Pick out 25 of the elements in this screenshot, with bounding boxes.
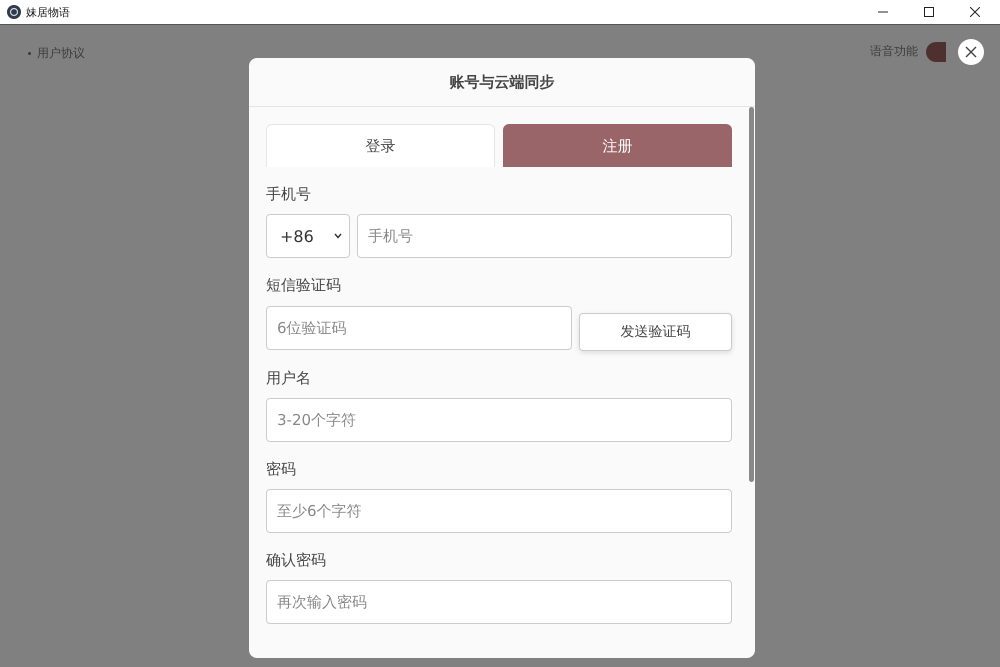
- input-field[interactable]: 至少6个字符: [266, 489, 732, 533]
- bullet-icon: [28, 52, 31, 55]
- country-code-select[interactable]: +86: [266, 214, 350, 258]
- close-button[interactable]: [958, 39, 984, 65]
- voice-toggle[interactable]: [926, 42, 946, 62]
- code-input[interactable]: 6位验证码: [266, 306, 572, 350]
- window-title: 妹居物语: [26, 4, 70, 20]
- maximize-icon[interactable]: [924, 7, 934, 17]
- tab[interactable]: 登录: [266, 124, 495, 167]
- app-icon: [7, 5, 21, 19]
- close-icon: [965, 46, 977, 58]
- input-field[interactable]: 再次输入密码: [266, 580, 732, 624]
- phone-input[interactable]: 手机号: [357, 214, 732, 258]
- field-label: 用户名: [266, 369, 312, 388]
- dialog-title: 账号与云端同步: [450, 72, 554, 92]
- field-label: 手机号: [266, 185, 312, 204]
- close-icon[interactable]: [970, 7, 980, 17]
- voice-label: 语音功能: [870, 43, 918, 60]
- chevron-down-icon: [334, 233, 342, 239]
- input-field[interactable]: 3-20个字符: [266, 398, 732, 442]
- tab[interactable]: 注册: [503, 124, 732, 167]
- field-label: 确认密码: [266, 551, 327, 570]
- field-label: 密码: [266, 460, 297, 479]
- send-code-button[interactable]: 发送验证码: [579, 313, 732, 351]
- field-label: 短信验证码: [266, 276, 342, 295]
